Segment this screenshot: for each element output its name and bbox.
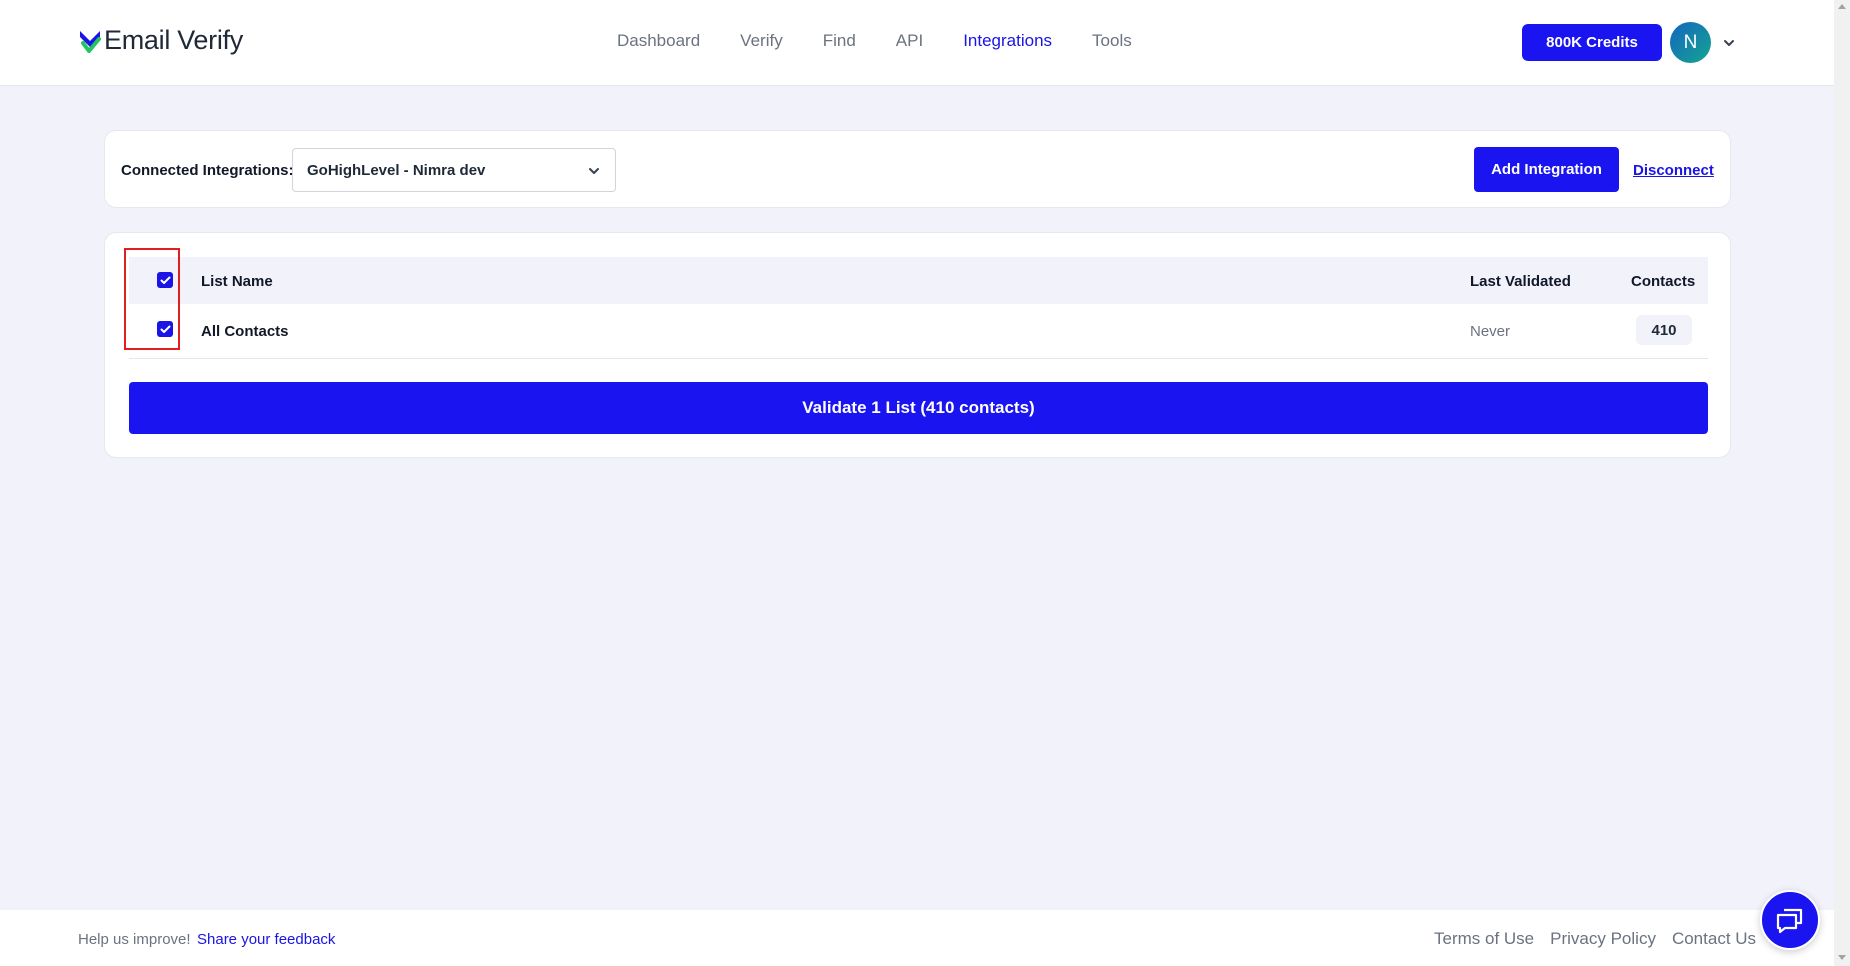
footer: Help us improve! Share your feedback Ter… [0, 910, 1834, 966]
column-header-last-validated: Last Validated [1470, 273, 1571, 290]
credits-button[interactable]: 800K Credits [1522, 24, 1662, 61]
table-row[interactable]: All Contacts Never 410 [129, 304, 1708, 359]
row-checkbox[interactable] [157, 321, 173, 337]
contact-us-link[interactable]: Contact Us [1672, 929, 1756, 949]
privacy-policy-link[interactable]: Privacy Policy [1550, 929, 1656, 949]
contacts-count-badge: 410 [1636, 315, 1692, 345]
share-feedback-link[interactable]: Share your feedback [197, 931, 335, 948]
logo-check-icon [80, 30, 101, 53]
integration-select[interactable]: GoHighLevel - Nimra dev [292, 148, 616, 192]
check-icon [160, 276, 170, 284]
validate-list-button[interactable]: Validate 1 List (410 contacts) [129, 382, 1708, 434]
check-icon [160, 325, 170, 333]
lists-card: List Name Last Validated Contacts All Co… [104, 232, 1731, 458]
add-integration-button[interactable]: Add Integration [1474, 147, 1619, 192]
nav-find[interactable]: Find [823, 31, 856, 51]
last-validated-value: Never [1470, 323, 1511, 340]
integration-bar: Connected Integrations: GoHighLevel - Ni… [104, 130, 1731, 208]
column-header-contacts: Contacts [1631, 273, 1696, 290]
scroll-up-arrow-icon[interactable] [1838, 4, 1846, 9]
chevron-down-icon[interactable] [1722, 38, 1736, 48]
footer-links: Terms of Use Privacy Policy Contact Us [1434, 929, 1756, 949]
nav-tools[interactable]: Tools [1092, 31, 1132, 51]
nav-integrations[interactable]: Integrations [963, 31, 1052, 51]
logo[interactable]: Email Verify [78, 25, 243, 56]
top-header: Email Verify Dashboard Verify Find API I… [0, 0, 1834, 86]
main-nav: Dashboard Verify Find API Integrations T… [617, 31, 1132, 51]
nav-dashboard[interactable]: Dashboard [617, 31, 700, 51]
terms-of-use-link[interactable]: Terms of Use [1434, 929, 1534, 949]
disconnect-link[interactable]: Disconnect [1633, 162, 1714, 179]
connected-integrations-label: Connected Integrations: [121, 162, 294, 179]
integration-select-value: GoHighLevel - Nimra dev [307, 162, 486, 179]
scroll-down-arrow-icon[interactable] [1838, 955, 1846, 960]
column-header-list-name: List Name [201, 273, 273, 290]
help-text: Help us improve! [78, 931, 191, 948]
chevron-down-icon [589, 168, 599, 174]
chat-bubble-icon [1776, 908, 1803, 934]
logo-text: Email Verify [104, 25, 243, 55]
chat-widget-button[interactable] [1760, 890, 1820, 950]
table-header: List Name Last Validated Contacts [129, 257, 1708, 304]
nav-verify[interactable]: Verify [740, 31, 783, 51]
select-all-checkbox[interactable] [157, 272, 173, 288]
user-avatar[interactable]: N [1670, 22, 1711, 63]
nav-api[interactable]: API [896, 31, 923, 51]
list-name: All Contacts [201, 323, 289, 340]
page-scrollbar[interactable] [1834, 0, 1850, 966]
